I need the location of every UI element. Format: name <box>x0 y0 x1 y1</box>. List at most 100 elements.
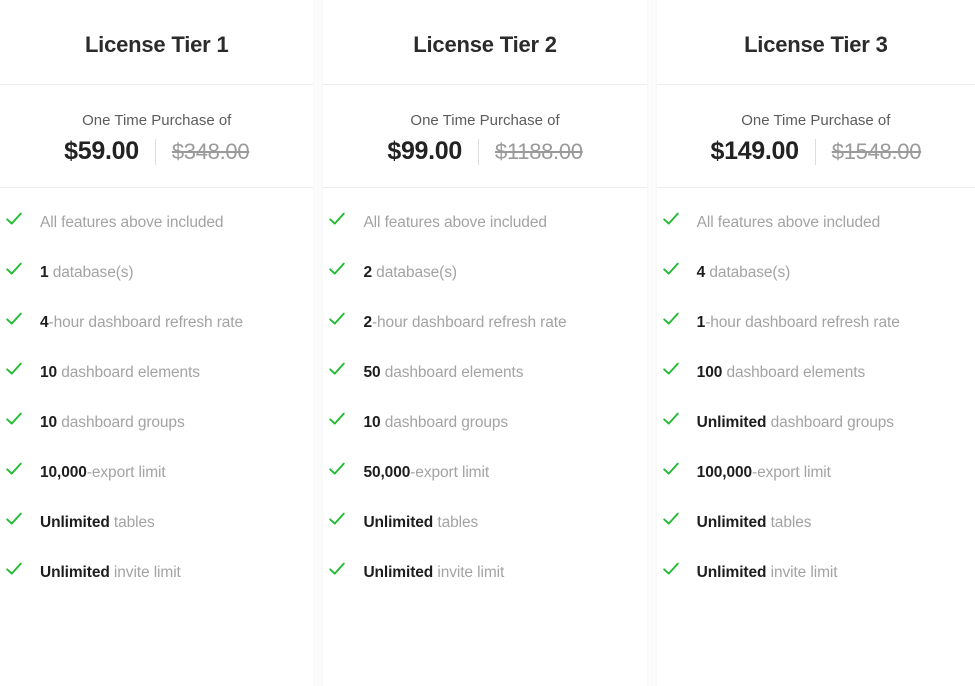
feature-text: 4-hour dashboard refresh rate <box>40 314 244 331</box>
check-icon <box>328 510 346 528</box>
feature-text: Unlimited tables <box>40 514 155 531</box>
feature-text: 50 dashboard elements <box>363 364 524 381</box>
feature-text: 100,000-export limit <box>696 464 831 481</box>
price-caption: One Time Purchase of <box>82 112 232 129</box>
price-block: One Time Purchase of $149.00 $1548.00 <box>657 85 975 166</box>
feature-text: 4 database(s) <box>696 264 791 281</box>
tier-title: License Tier 3 <box>744 32 888 57</box>
feature-item: 50 dashboard elements <box>323 358 646 408</box>
feature-item: Unlimited tables <box>0 508 313 558</box>
tier-title: License Tier 1 <box>84 32 229 57</box>
price-row: $149.00 $1548.00 <box>657 137 975 166</box>
feature-item: 2 database(s) <box>323 258 646 308</box>
feature-text: 1-hour dashboard refresh rate <box>696 314 900 331</box>
feature-item: Unlimited invite limit <box>657 558 975 608</box>
feature-value: 1 <box>40 264 49 281</box>
feature-list: All features above included 2 database(s)… <box>323 188 646 608</box>
price-original: $1188.00 <box>495 138 583 164</box>
feature-item: Unlimited invite limit <box>0 558 313 608</box>
feature-value: 10 <box>40 414 58 431</box>
feature-text: 2-hour dashboard refresh rate <box>363 314 567 331</box>
feature-value: 2 <box>363 314 372 331</box>
price-block: One Time Purchase of $99.00 $1188.00 <box>323 85 646 166</box>
check-icon <box>662 210 680 228</box>
feature-value: Unlimited <box>40 564 110 581</box>
price-original: $1548.00 <box>831 138 922 164</box>
price-caption: One Time Purchase of <box>741 112 891 129</box>
feature-text: Unlimited tables <box>696 514 812 531</box>
feature-text: 10 dashboard groups <box>40 414 185 431</box>
check-icon <box>5 260 23 278</box>
feature-text: Unlimited invite limit <box>363 564 505 581</box>
price-current: $59.00 <box>64 137 139 165</box>
feature-item: 100,000-export limit <box>657 458 975 508</box>
column-gutter <box>313 0 324 686</box>
pricing-column-tier-3: License Tier 3 One Time Purchase of $149… <box>656 0 975 686</box>
check-icon <box>662 510 680 528</box>
feature-text: All features above included <box>696 214 881 231</box>
column-gutter <box>646 0 657 686</box>
feature-item: All features above included <box>0 208 313 258</box>
feature-item: 4-hour dashboard refresh rate <box>0 308 313 358</box>
check-icon <box>5 510 23 528</box>
feature-item: 10 dashboard elements <box>0 358 313 408</box>
feature-text: Unlimited dashboard groups <box>696 414 894 431</box>
tier-title: License Tier 2 <box>413 32 557 57</box>
feature-value: Unlimited <box>363 514 434 531</box>
feature-value: Unlimited <box>696 514 767 531</box>
check-icon <box>5 560 23 578</box>
feature-text: 10,000-export limit <box>40 464 166 481</box>
price-row: $99.00 $1188.00 <box>323 137 646 166</box>
feature-item: 10,000-export limit <box>0 458 313 508</box>
check-icon <box>5 210 23 228</box>
price-block: One Time Purchase of $59.00 $348.00 <box>0 85 313 166</box>
check-icon <box>5 360 23 378</box>
feature-value: 10 <box>363 414 381 431</box>
price-current: $149.00 <box>710 137 800 165</box>
feature-value: 100,000 <box>696 464 753 481</box>
feature-list: All features above included 1 database(s)… <box>0 188 313 608</box>
check-icon <box>328 210 346 228</box>
feature-value: 10,000 <box>40 464 87 481</box>
feature-item: Unlimited tables <box>657 508 975 558</box>
feature-value: Unlimited <box>40 514 110 531</box>
feature-value: 100 <box>696 364 723 381</box>
check-icon <box>328 460 346 478</box>
feature-value: 50,000 <box>363 464 411 481</box>
feature-text: Unlimited tables <box>363 514 479 531</box>
check-icon <box>662 360 680 378</box>
check-icon <box>5 410 23 428</box>
feature-value: Unlimited <box>696 414 767 431</box>
feature-text: 10 dashboard elements <box>40 364 200 381</box>
price-current: $99.00 <box>387 137 463 165</box>
check-icon <box>662 560 680 578</box>
feature-item: 10 dashboard groups <box>323 408 646 458</box>
feature-item: 100 dashboard elements <box>657 358 975 408</box>
feature-value: 2 <box>363 264 372 281</box>
feature-text: 100 dashboard elements <box>696 364 866 381</box>
check-icon <box>5 310 23 328</box>
feature-item: 1-hour dashboard refresh rate <box>657 308 975 358</box>
price-row: $59.00 $348.00 <box>0 137 313 166</box>
feature-text: Unlimited invite limit <box>40 564 181 581</box>
feature-value: 1 <box>696 314 706 331</box>
feature-item: All features above included <box>657 208 975 258</box>
feature-value: 10 <box>40 364 58 381</box>
feature-text: 50,000-export limit <box>363 464 490 481</box>
feature-item: All features above included <box>323 208 646 258</box>
feature-text: Unlimited invite limit <box>696 564 838 581</box>
check-icon <box>328 560 346 578</box>
feature-item: Unlimited dashboard groups <box>657 408 975 458</box>
pricing-column-tier-1: License Tier 1 One Time Purchase of $59.… <box>0 0 314 686</box>
pricing-column-tier-2: License Tier 2 One Time Purchase of $99.… <box>323 0 647 686</box>
feature-item: 10 dashboard groups <box>0 408 313 458</box>
check-icon <box>5 460 23 478</box>
feature-value: Unlimited <box>363 564 434 581</box>
price-original: $348.00 <box>171 138 250 164</box>
feature-item: 50,000-export limit <box>323 458 646 508</box>
check-icon <box>662 260 680 278</box>
feature-text: All features above included <box>363 214 547 231</box>
check-icon <box>662 460 680 478</box>
feature-text: All features above included <box>40 214 224 231</box>
feature-list: All features above included 4 database(s)… <box>657 188 975 608</box>
